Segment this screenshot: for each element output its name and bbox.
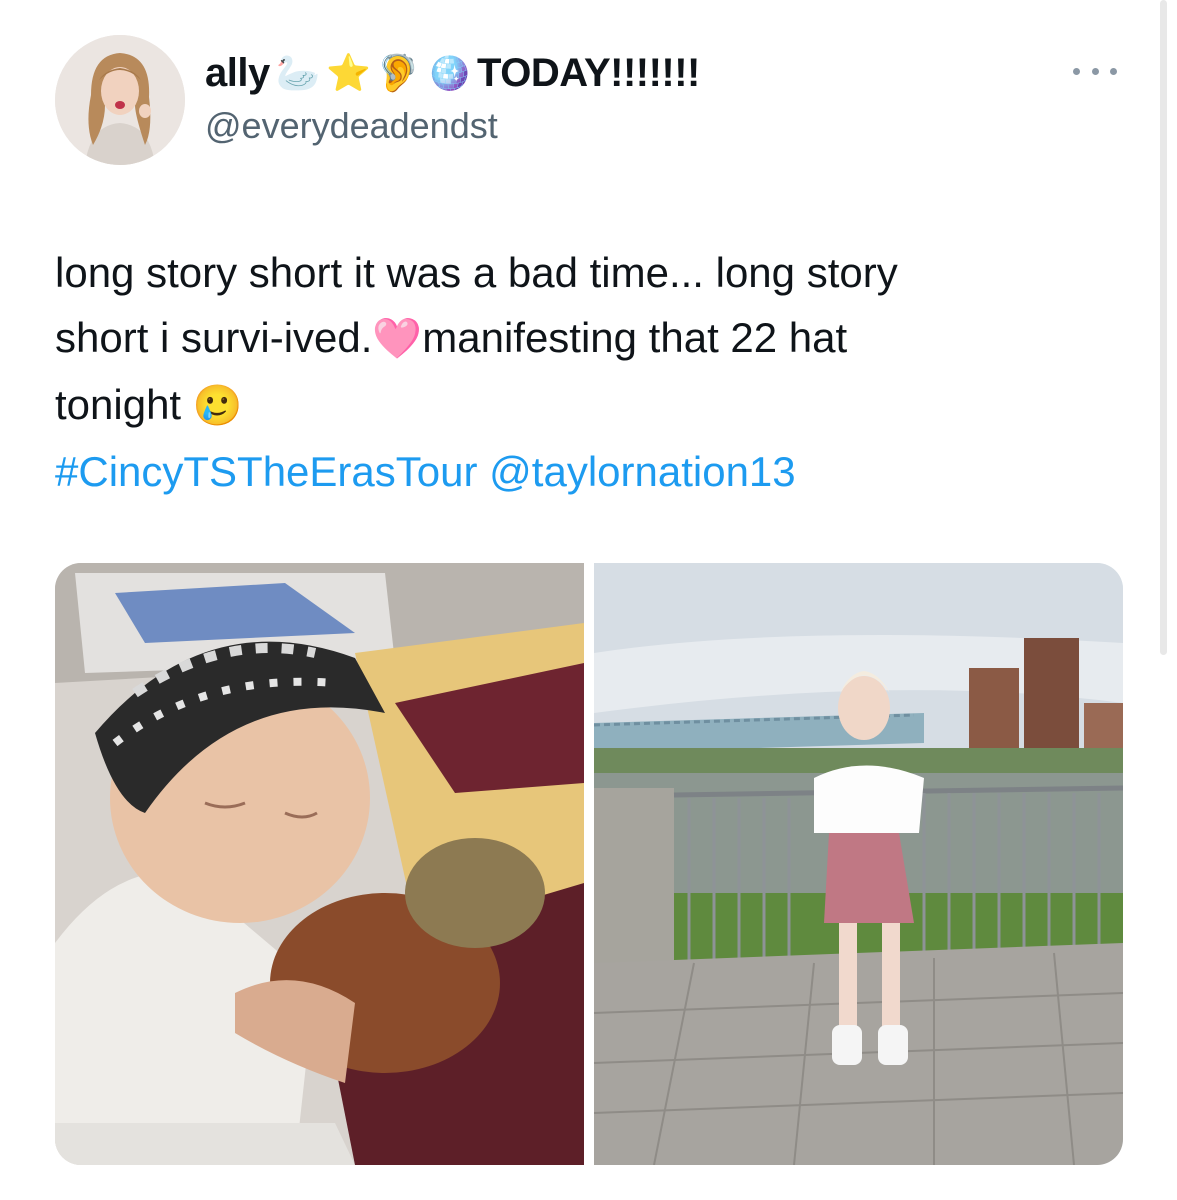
media-grid [55,563,1123,1165]
tweet-text-segment: manifesting that 22 hat [422,314,848,361]
tweet-text-line-1: long story short it was a bad time... lo… [55,249,898,296]
avatar[interactable] [55,35,185,165]
display-name[interactable]: ally 🦢 ⭐ 🦻 🪩 TODAY!!!!!!! [205,42,700,104]
scrollbar[interactable] [1160,0,1167,655]
disco-ball-icon: 🪩 [426,53,472,94]
tweet-text-line-4: #CincyTSTheErasTour @taylornation13 [55,439,1115,504]
swan-icon: 🦢 [275,53,321,94]
smiling-tear-icon: 🥲 [192,383,243,429]
star-icon: ⭐ [326,53,371,94]
tweet-body: long story short it was a bad time... lo… [55,240,1115,504]
user-handle[interactable]: @everydeadendst [205,105,498,147]
riverside-photo-image [594,563,1123,1165]
tweet-text-segment: tonight [55,381,182,428]
tweet-text-line-3: tonight 🥲 [55,372,1115,439]
photo-hospital[interactable] [55,563,584,1165]
more-options-icon[interactable] [1073,56,1117,86]
hospital-photo-image [55,563,584,1165]
ear-icon: 🦻 [376,53,421,94]
display-name-suffix: TODAY!!!!!!! [477,50,700,95]
photo-riverside[interactable] [594,563,1123,1165]
display-name-text: ally [205,50,270,95]
pink-heart-icon: 🩷 [372,316,423,362]
tweet-text-segment: short i survi-ived. [55,314,373,361]
tweet-text-line-2: short i survi-ived.🩷manifesting that 22 … [55,305,1115,372]
hashtag-link[interactable]: #CincyTSTheErasTour [55,448,477,495]
mention-link[interactable]: @taylornation13 [489,448,796,495]
